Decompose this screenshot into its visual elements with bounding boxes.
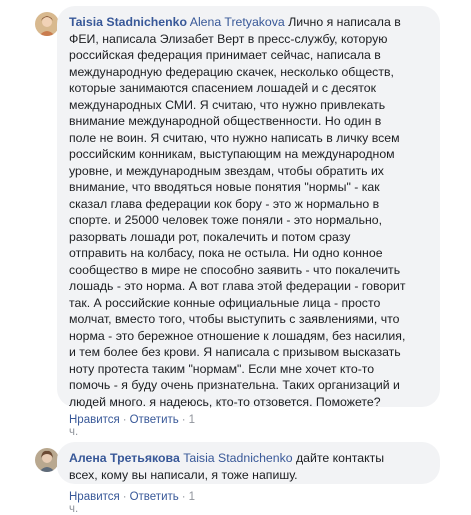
mentioned-user[interactable]: Alena Tretyakova — [190, 15, 285, 29]
comment-line: помочь - я буду очень признательна. Таки… — [69, 378, 400, 392]
comment-line: всех, кому вы написали, я тоже напишу. — [69, 467, 298, 482]
comment-line: Лично я написала в — [288, 15, 401, 29]
reply-link[interactable]: Ответить — [130, 414, 179, 426]
author-name[interactable]: Taisia Stadnichenko — [69, 15, 187, 29]
comment-line: ФЕИ, написала Элизабет Верт в пресс-служ… — [69, 31, 388, 46]
comment-line: и тем более без крови. Я написала с приз… — [69, 345, 401, 359]
comment-line: поле не воин. Я считаю, что нужно написа… — [69, 130, 400, 145]
comment-line: международных СМИ. Я считаю, что нужно п… — [69, 97, 386, 112]
comment-line: норма - это бережное отношение к лошадям… — [69, 328, 406, 343]
comment-line: людей много. я надеюсь, кто-то отзовется… — [69, 394, 381, 409]
comment-actions: Нравится · Ответить · 1 ч. — [69, 414, 195, 438]
comment-line: так. А российские конные официальные лиц… — [69, 295, 381, 310]
comment-line: дайте контакты — [296, 451, 385, 465]
comment-line: российским конникам, выступающим на межд… — [69, 147, 395, 161]
comment-line: ноту протеста таким "нормам". Если мне х… — [69, 361, 375, 376]
avatar[interactable] — [35, 12, 59, 36]
comment-line: лошадь - это норма. А вот глава этой фед… — [69, 279, 406, 293]
comment-text: Taisia Stadnichenko Alena Tretyakova Лич… — [69, 14, 428, 410]
comment-line: уровне, и международным звездам, чтобы о… — [69, 163, 384, 178]
comment-bubble: Taisia Stadnichenko Alena Tretyakova Лич… — [57, 6, 440, 410]
comment-line: отправить на колбасу, пока не остыла. Ни… — [69, 246, 383, 260]
comment-line: которые занимаются спасением лошадей и с… — [69, 81, 376, 95]
comment-line: молчат, вместо того, чтобы выступить с з… — [69, 312, 400, 326]
author-name[interactable]: Алена Третьякова — [69, 451, 180, 465]
comment-line: спорте. и 25000 человек тоже поняли - эт… — [69, 213, 383, 227]
separator: · — [122, 414, 127, 426]
mentioned-user[interactable]: Taisia Stadnichenko — [183, 451, 292, 465]
avatar[interactable] — [35, 448, 59, 472]
reply-link[interactable]: Ответить — [130, 491, 179, 503]
separator: · — [122, 491, 127, 503]
separator: · — [181, 414, 186, 426]
comment-line: сообщество в мире не способно заявить - … — [69, 262, 401, 277]
like-link[interactable]: Нравится — [69, 414, 120, 426]
comment-actions: Нравится · Ответить · 1 ч. — [69, 491, 195, 515]
comment-bubble: Алена Третьякова Taisia Stadnichenko дай… — [57, 442, 440, 484]
comment-line: сказал глава федерации кок бору - это ж … — [69, 196, 380, 211]
separator: · — [181, 491, 186, 503]
comment-line: разорвать лошади рот, покалечить и потом… — [69, 229, 351, 244]
comment-line: внимание, что вводяться новые понятия "н… — [69, 180, 380, 194]
comment-line: внимание международной общественности. Н… — [69, 114, 382, 128]
comment-line: международную федерацию скачек, нескольк… — [69, 64, 394, 79]
comment-text: Алена Третьякова Taisia Stadnichenko дай… — [69, 450, 428, 483]
like-link[interactable]: Нравится — [69, 491, 120, 503]
comment-line: российская федерация принимает сейчас, н… — [69, 48, 381, 62]
